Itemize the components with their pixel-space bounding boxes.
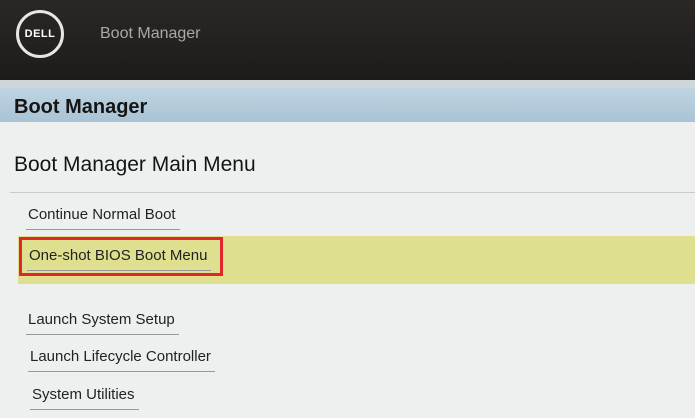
section-title: Boot Manager <box>14 96 148 118</box>
menu-item-label: Continue Normal Boot <box>28 206 176 223</box>
menu-item-continue-normal-boot[interactable]: Continue Normal Boot <box>26 206 180 230</box>
menu-item-underline <box>26 334 179 335</box>
menu-item-label: One-shot BIOS Boot Menu <box>29 247 208 264</box>
menu-item-launch-system-setup[interactable]: Launch System Setup <box>26 311 179 335</box>
menu-item-label: Launch System Setup <box>28 311 175 328</box>
dell-logo-text: DELL <box>24 28 56 40</box>
menu-item-one-shot-bios-boot-menu[interactable]: One-shot BIOS Boot Menu <box>27 247 212 271</box>
menu-item-launch-lifecycle-controller[interactable]: Launch Lifecycle Controller <box>28 348 215 372</box>
menu-item-underline <box>26 229 180 230</box>
top-bar: DELL Boot Manager <box>0 0 695 80</box>
divider <box>10 192 695 193</box>
menu-item-label: Launch Lifecycle Controller <box>30 348 211 365</box>
menu-item-system-utilities[interactable]: System Utilities <box>30 386 139 410</box>
menu-item-underline <box>30 409 139 410</box>
menu-item-underline <box>27 270 212 271</box>
menu-item-label: System Utilities <box>32 386 135 403</box>
dell-logo: DELL <box>16 10 64 58</box>
menu-item-underline <box>28 371 215 372</box>
app-title: Boot Manager <box>100 25 201 42</box>
page-subtitle: Boot Manager Main Menu <box>14 153 256 176</box>
